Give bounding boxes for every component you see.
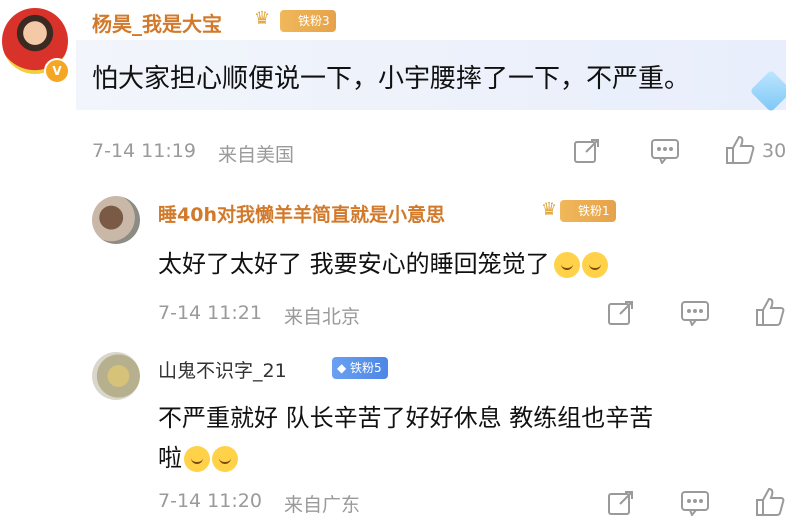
- comment-icon[interactable]: [680, 490, 710, 516]
- crown-icon: ♛: [254, 8, 271, 29]
- comment-location: 来自广东: [284, 494, 361, 516]
- comment-time: 7-14 11:20: [158, 490, 262, 512]
- diamond-icon: ◆: [337, 361, 347, 375]
- share-icon[interactable]: [606, 298, 636, 328]
- crying-emoji: [553, 252, 580, 278]
- comment-icon[interactable]: [680, 300, 710, 326]
- comment-icon[interactable]: [650, 138, 680, 164]
- avatar[interactable]: [92, 196, 140, 244]
- pleading-emoji: [184, 446, 210, 472]
- fan-badge: ◆ 铁粉5: [332, 357, 388, 379]
- commenter-name[interactable]: 杨昊_我是大宝: [92, 8, 222, 37]
- commenter-name[interactable]: 睡40h对我懒羊羊简直就是小意思: [158, 200, 445, 227]
- share-icon[interactable]: [572, 136, 602, 166]
- comment-text: 不严重就好 队长辛苦了好好休息 教练组也辛苦: [158, 404, 654, 432]
- comment-text-line2: 啦: [158, 438, 238, 473]
- crying-emoji: [581, 252, 608, 278]
- comment-time: 7-14 11:21: [158, 302, 262, 324]
- like-icon[interactable]: [724, 134, 756, 166]
- comment-location: 来自北京: [284, 306, 361, 328]
- verified-badge-icon: V: [44, 58, 70, 84]
- like-icon[interactable]: [754, 486, 786, 518]
- avatar[interactable]: [92, 352, 140, 400]
- comment-text: 怕大家担心顺便说一下，小宇腰摔了一下，不严重。: [92, 64, 691, 94]
- comment-text: 太好了太好了 我要安心的睡回笼觉了: [158, 244, 608, 279]
- commenter-name[interactable]: 山鬼不识字_21: [158, 356, 287, 383]
- comment-text-content: 啦: [158, 444, 182, 472]
- crown-icon: ♛: [541, 199, 558, 220]
- like-count: 30: [762, 140, 786, 162]
- comment-text-content: 太好了太好了 我要安心的睡回笼觉了: [158, 250, 550, 278]
- fan-badge: 铁粉1: [560, 200, 616, 222]
- fan-badge: 铁粉3: [280, 10, 336, 32]
- like-icon[interactable]: [754, 296, 786, 328]
- comment-location: 来自美国: [218, 144, 295, 166]
- pleading-emoji: [212, 446, 238, 472]
- comment-time: 7-14 11:19: [92, 140, 196, 162]
